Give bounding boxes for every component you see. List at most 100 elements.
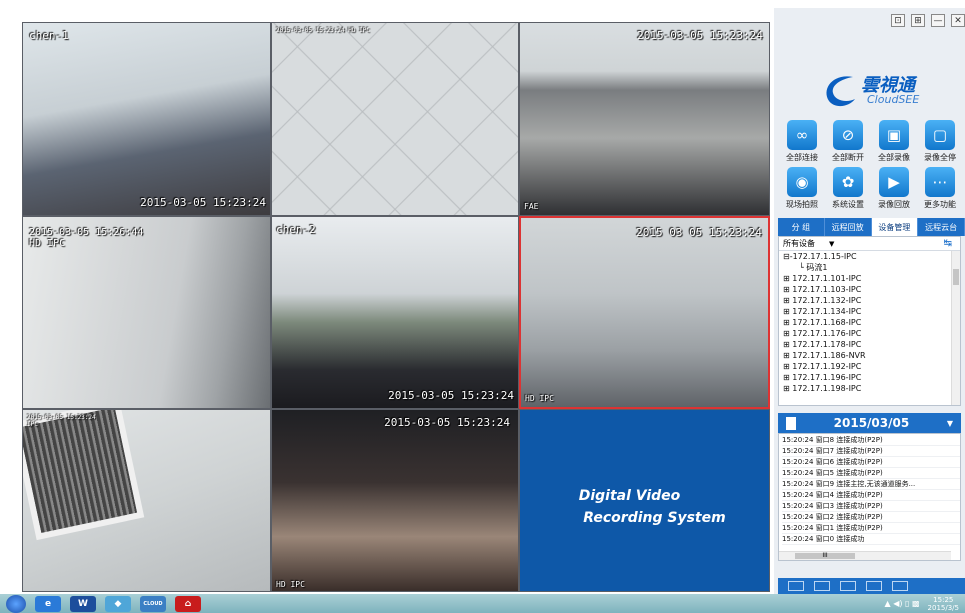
device-item[interactable]: ⊞ 172.17.1.178-IPC bbox=[783, 339, 960, 350]
layout-bar bbox=[778, 578, 965, 594]
device-item[interactable]: └ 码流1 bbox=[783, 262, 960, 273]
settings-button[interactable]: ✿ 系统设置 bbox=[826, 167, 870, 210]
layout-1-icon[interactable] bbox=[788, 581, 804, 591]
device-item[interactable]: ⊞ 172.17.1.134-IPC bbox=[783, 306, 960, 317]
link-icon: ∞ bbox=[787, 120, 817, 150]
button-label: 系统设置 bbox=[832, 200, 864, 209]
camera-timestamp: 2015-03-05 15:23:24 bbox=[384, 416, 510, 429]
video-cell-3[interactable]: 2015-03-05 15:23:24 FAE bbox=[519, 22, 770, 216]
chevron-down-icon[interactable]: ▼ bbox=[829, 240, 834, 248]
video-cell-4[interactable]: 2015-03-05 15:26:44 HD IPC bbox=[22, 216, 271, 409]
file-icon bbox=[786, 416, 796, 430]
stop-all-record-button[interactable]: ▢ 录像全停 bbox=[918, 120, 962, 163]
camera-timestamp: 2015 03 05 15:23:24 bbox=[636, 226, 762, 239]
tab-remote-playback[interactable]: 远程回放 bbox=[824, 218, 872, 236]
device-item[interactable]: ⊟-172.17.1.15-IPC bbox=[783, 251, 960, 262]
device-item[interactable]: ⊞ 172.17.1.186-NVR bbox=[783, 350, 960, 361]
button-label: 录像回放 bbox=[878, 200, 910, 209]
device-item[interactable]: ⊞ 172.17.1.198-IPC bbox=[783, 383, 960, 394]
camera-osd: 2015-03-05 15:23:24 IPC bbox=[27, 414, 96, 428]
video-grid: chen-1 2015-03-05 15:23:24 2015-03-05 15… bbox=[22, 22, 770, 592]
taskbar-apps: e W ◆ CLOUD ⌂ bbox=[26, 595, 201, 612]
camera-label: HD IPC bbox=[525, 394, 554, 403]
video-cell-5[interactable]: chen-2 2015-03-05 15:23:24 bbox=[271, 216, 519, 409]
video-cell-1[interactable]: chen-1 2015-03-05 15:23:24 bbox=[22, 22, 271, 216]
system-tray: ▲ ◀) ▯ ▩ 15:25 2015/3/5 bbox=[885, 596, 959, 612]
dvr-placeholder[interactable]: Digital Video Recording System bbox=[519, 409, 770, 592]
function-buttons: ∞ 全部连接 ⊘ 全部断开 ▣ 全部录像 ▢ 录像全停 ◉ 现场拍照 ✿ 系统设置 ▶ 录像回… bbox=[780, 120, 962, 210]
snapshot-button[interactable]: ◉ 现场拍照 bbox=[780, 167, 824, 210]
record-all-button[interactable]: ▣ 全部录像 bbox=[872, 120, 916, 163]
camera-label: FAE bbox=[524, 202, 539, 211]
logo-swoosh-icon bbox=[826, 76, 855, 107]
taskbar: e W ◆ CLOUD ⌂ ▲ ◀) ▯ ▩ 15:25 2015/3/5 bbox=[0, 594, 965, 613]
minimize-icon[interactable]: — bbox=[931, 14, 945, 27]
dvr-title-line1: Digital Video bbox=[578, 487, 681, 504]
button-label: 全部连接 bbox=[786, 153, 818, 162]
word-icon[interactable]: W bbox=[70, 595, 96, 612]
device-item[interactable]: ⊞ 172.17.1.176-IPC bbox=[783, 328, 960, 339]
camera-name: chen-2 bbox=[276, 223, 316, 236]
connect-all-button[interactable]: ∞ 全部连接 bbox=[780, 120, 824, 163]
disconnect-all-button[interactable]: ⊘ 全部断开 bbox=[826, 120, 870, 163]
tray-icons[interactable]: ▲ ◀) ▯ ▩ bbox=[885, 599, 920, 608]
restore-icon[interactable]: ⊡ bbox=[891, 14, 905, 27]
more-icon: ⋯ bbox=[925, 167, 955, 197]
tab-remote-ptz[interactable]: 远程云台 bbox=[918, 218, 965, 236]
video-cell-8[interactable]: 2015-03-05 15:23:24 HD IPC bbox=[271, 409, 519, 592]
log-scrollbar[interactable]: III bbox=[779, 551, 951, 560]
playback-button[interactable]: ▶ 录像回放 bbox=[872, 167, 916, 210]
clock-time: 15:25 bbox=[933, 595, 954, 604]
log-date: 2015/03/05 bbox=[833, 416, 910, 430]
record-icon: ▣ bbox=[879, 120, 909, 150]
layout-9-icon[interactable] bbox=[840, 581, 856, 591]
ie-icon[interactable]: e bbox=[35, 595, 61, 612]
logo-sub: CloudSEE bbox=[867, 93, 920, 106]
device-scrollbar[interactable] bbox=[951, 251, 960, 405]
tab-device-management[interactable]: 设备管理 bbox=[871, 218, 919, 236]
layout-4-icon[interactable] bbox=[814, 581, 830, 591]
close-icon[interactable]: ✕ bbox=[951, 14, 965, 27]
clock-date: 2015/3/5 bbox=[927, 603, 959, 612]
gear-icon: ✿ bbox=[833, 167, 863, 197]
app-icon[interactable]: ⌂ bbox=[175, 595, 201, 612]
window-controls: ⊡ ⊞ — ✕ bbox=[891, 14, 965, 27]
video-cell-7[interactable]: 2015-03-05 15:23:24 IPC bbox=[22, 409, 271, 592]
video-cell-6[interactable]: 2015 03 05 15:23:24 HD IPC bbox=[519, 216, 770, 409]
camera-timestamp: 2015-03-05 15:23:24 bbox=[637, 29, 763, 42]
camera-label: HD IPC bbox=[276, 580, 305, 589]
button-label: 录像全停 bbox=[924, 153, 956, 162]
device-item[interactable]: ⊞ 172.17.1.192-IPC bbox=[783, 361, 960, 372]
button-label: 更多功能 bbox=[924, 200, 956, 209]
device-filter[interactable]: 所有设备 ▼ ↹ bbox=[779, 237, 960, 251]
device-item[interactable]: ⊞ 172.17.1.196-IPC bbox=[783, 372, 960, 383]
log-entry: 15:20:24 窗口9 连接主控,无该通道服务... bbox=[782, 479, 960, 490]
layout-16-icon[interactable] bbox=[866, 581, 882, 591]
cloudsee-window: chen-1 2015-03-05 15:23:24 2015-03-05 15… bbox=[0, 0, 965, 613]
button-label: 现场拍照 bbox=[786, 200, 818, 209]
log-header: 2015/03/05 ▼ bbox=[778, 413, 961, 433]
button-label: 全部录像 bbox=[878, 153, 910, 162]
device-item[interactable]: ⊞ 172.17.1.101-IPC bbox=[783, 273, 960, 284]
device-tree: 所有设备 ▼ ↹ ⊟-172.17.1.15-IPC └ 码流1 ⊞ 172.17.… bbox=[778, 236, 961, 406]
chevron-down-icon[interactable]: ▼ bbox=[947, 419, 953, 428]
fullscreen-icon[interactable]: ⊞ bbox=[911, 14, 925, 27]
video-cell-2[interactable]: 2015-03-05 15:23:24 HD IPC bbox=[271, 22, 519, 216]
device-item[interactable]: ⊞ 172.17.1.168-IPC bbox=[783, 317, 960, 328]
log-entry: 15:20:24 窗口2 连接成功(P2P) bbox=[782, 512, 960, 523]
device-filter-label: 所有设备 bbox=[783, 239, 815, 248]
dvr-title-line2: Recording System bbox=[583, 509, 726, 526]
device-item[interactable]: ⊞ 172.17.1.132-IPC bbox=[783, 295, 960, 306]
start-button[interactable] bbox=[6, 594, 26, 613]
more-functions-button[interactable]: ⋯ 更多功能 bbox=[918, 167, 962, 210]
folder-icon[interactable]: ◆ bbox=[105, 595, 131, 612]
cloudsee-icon[interactable]: CLOUD bbox=[140, 595, 166, 612]
unlink-icon: ⊘ bbox=[833, 120, 863, 150]
tab-group[interactable]: 分 组 bbox=[778, 218, 825, 236]
device-item[interactable]: ⊞ 172.17.1.103-IPC bbox=[783, 284, 960, 295]
playback-icon: ▶ bbox=[879, 167, 909, 197]
control-panel: ⊡ ⊞ — ✕ 雲視通 CloudSEE ∞ 全部连接 ⊘ 全部断开 ▣ 全部录像 ▢… bbox=[774, 8, 965, 594]
layout-custom-icon[interactable] bbox=[892, 581, 908, 591]
refresh-icon[interactable]: ↹ bbox=[944, 238, 952, 249]
clock[interactable]: 15:25 2015/3/5 bbox=[928, 596, 959, 612]
